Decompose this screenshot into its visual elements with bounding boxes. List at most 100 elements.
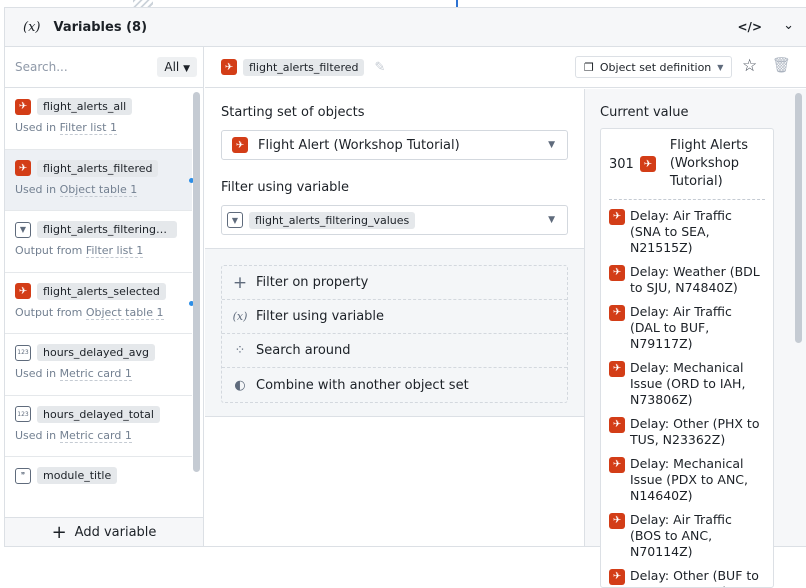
variable-list: ✈ flight_alerts_all Used in Filter list 1 ✈…	[5, 88, 203, 517]
combine-object-set-button[interactable]: ◐ Combine with another object set	[222, 368, 567, 402]
object-title: Delay: Weather (BDL to SJU, N74840Z)	[630, 264, 760, 295]
code-icon[interactable]: </>	[738, 20, 763, 34]
filter-on-property-button[interactable]: + Filter on property	[222, 266, 567, 300]
usage-prefix: Used in	[15, 367, 57, 380]
usage-link[interactable]: Object table 1	[59, 182, 138, 197]
variable-item[interactable]: ▼ flight_alerts_filtering_... Output from …	[5, 211, 192, 273]
variable-editor: ✈ flight_alerts_filtered ✎ ❐ Object set d…	[205, 47, 806, 546]
starting-set-value: Flight Alert (Workshop Tutorial)	[258, 137, 460, 153]
hatched-placeholder	[133, 0, 153, 7]
variable-item[interactable]: 123 hours_delayed_total Used in Metric car…	[5, 396, 192, 457]
usage-prefix: Used in	[15, 428, 57, 442]
variable-usage: Used in Filter list 1	[15, 121, 182, 135]
usage-prefix: Used in	[15, 121, 57, 134]
add-variable-label: Add variable	[74, 524, 157, 540]
copy-icon: ❐	[584, 60, 594, 74]
object-type-name: Flight Alerts (Workshop Tutorial)	[669, 138, 748, 189]
object-icon: ✈	[609, 457, 625, 473]
current-value-pane: Current value 301 ✈ Flight Alerts (Works…	[584, 89, 806, 588]
variable-item[interactable]: ❞ module_title	[5, 457, 192, 517]
mode-label: Object set definition	[599, 60, 712, 74]
usage-link[interactable]: Filter list 1	[85, 244, 144, 258]
numeric-icon: 123	[15, 344, 31, 361]
object-title: Delay: Mechanical Issue (PDX to ANC, N14…	[630, 456, 748, 503]
combine-icon: ◐	[234, 377, 246, 393]
search-around-icon: ⁘	[234, 343, 246, 358]
object-list-item[interactable]: ✈ Delay: Other (BUF to ONT, N70884Z)	[609, 568, 765, 587]
object-list-item[interactable]: ✈ Delay: Air Traffic (DAL to BUF, N79117Z…	[609, 304, 765, 352]
usage-link[interactable]: Metric card 1	[59, 428, 132, 443]
object-type-icon: ✈	[639, 156, 656, 172]
filter-variable-select[interactable]: ▼ flight_alerts_filtering_values ▼	[221, 205, 568, 235]
variable-item[interactable]: ✈ flight_alerts_filtered Used in Object ta…	[5, 149, 194, 211]
object-set-summary: 301 ✈ Flight Alerts (Workshop Tutorial)	[609, 137, 765, 200]
usage-prefix: Used in	[15, 182, 57, 196]
action-label: Combine with another object set	[256, 377, 469, 393]
usage-prefix: Output from	[15, 244, 83, 257]
drop-indicator	[456, 0, 458, 7]
variable-name: hours_delayed_avg	[37, 344, 155, 361]
object-type-icon: ✈	[232, 137, 248, 153]
variable-name: flight_alerts_filtering_...	[37, 221, 177, 238]
object-title: Delay: Air Traffic (DAL to BUF, N79117Z)	[630, 304, 732, 351]
object-list-item[interactable]: ✈ Delay: Weather (BDL to SJU, N74840Z)	[609, 264, 765, 296]
variable-usage: Output from Filter list 1	[15, 244, 182, 258]
caret-down-icon: ▼	[717, 62, 724, 72]
editor-header: ✈ flight_alerts_filtered ✎ ❐ Object set d…	[205, 47, 806, 88]
object-icon: ✈	[609, 513, 625, 529]
object-list-item[interactable]: ✈ Delay: Air Traffic (BOS to ANC, N70114Z…	[609, 512, 765, 560]
variable-name: flight_alerts_filtered	[37, 159, 159, 177]
chevron-down-icon[interactable]: ⌄	[783, 18, 794, 33]
object-icon: ✈	[609, 305, 625, 321]
usage-link[interactable]: Object table 1	[85, 305, 164, 320]
variable-name-chip: flight_alerts_filtered	[243, 58, 365, 76]
variable-name: flight_alerts_selected	[37, 282, 166, 300]
starting-set-label: Starting set of objects	[221, 105, 365, 120]
caret-down-icon: ▼	[548, 215, 555, 225]
variable-icon: (x)	[23, 19, 41, 35]
object-title: Delay: Other (BUF to ONT, N70884Z)	[630, 568, 759, 587]
plus-icon: +	[51, 521, 67, 543]
starting-set-select[interactable]: ✈ Flight Alert (Workshop Tutorial) ▼	[221, 130, 568, 160]
action-label: Filter on property	[256, 275, 369, 290]
caret-down-icon: ▼	[548, 140, 555, 150]
editor-body: Starting set of objects ✈ Flight Alert (…	[205, 88, 584, 248]
scrollbar[interactable]	[795, 93, 802, 343]
search-around-button[interactable]: ⁘ Search around	[222, 334, 567, 368]
variable-item[interactable]: ✈ flight_alerts_selected Output from Objec…	[5, 273, 194, 334]
usage-link[interactable]: Metric card 1	[59, 367, 132, 381]
object-icon: ✈	[609, 209, 625, 225]
edit-pencil-icon[interactable]: ✎	[374, 60, 385, 75]
mode-dropdown[interactable]: ❐ Object set definition ▼	[575, 56, 733, 78]
variable-item[interactable]: 123 hours_delayed_avg Used in Metric card …	[5, 334, 192, 396]
object-list-item[interactable]: ✈ Delay: Mechanical Issue (ORD to IAH, N7…	[609, 360, 765, 408]
action-label: Filter using variable	[256, 309, 385, 324]
current-value-label: Current value	[600, 105, 689, 120]
filter-using-variable-button[interactable]: (x) Filter using variable	[222, 300, 567, 334]
search-input[interactable]	[15, 60, 158, 74]
object-icon: ✈	[609, 265, 625, 281]
action-label: Search around	[256, 343, 351, 358]
object-list-item[interactable]: ✈ Delay: Other (PHX to TUS, N23362Z)	[609, 416, 765, 448]
object-title: Delay: Air Traffic (SNA to SEA, N21515Z)	[630, 208, 732, 255]
object-title: Delay: Mechanical Issue (ORD to IAH, N73…	[630, 360, 746, 407]
variable-list-pane: All ▼ ✈ flight_alerts_all Used in Filter l…	[5, 47, 204, 546]
object-title: Delay: Other (PHX to TUS, N23362Z)	[630, 416, 760, 447]
object-icon: ✈	[609, 569, 625, 585]
variable-usage: Output from Object table 1	[15, 305, 182, 320]
type-filter-label: All	[164, 60, 180, 74]
usage-prefix: Output from	[15, 305, 83, 319]
plus-icon: +	[232, 272, 248, 293]
scrollbar[interactable]	[193, 92, 200, 472]
variable-usage: Used in Metric card 1	[15, 367, 182, 381]
object-set-icon: ✈	[221, 59, 237, 75]
type-filter-dropdown[interactable]: All ▼	[157, 57, 197, 77]
variable-item[interactable]: ✈ flight_alerts_all Used in Filter list 1	[5, 88, 192, 150]
usage-link[interactable]: Filter list 1	[59, 121, 117, 135]
current-value-card: 301 ✈ Flight Alerts (Workshop Tutorial) …	[600, 128, 774, 588]
star-icon[interactable]: ☆	[742, 56, 757, 76]
object-list-item[interactable]: ✈ Delay: Mechanical Issue (PDX to ANC, N1…	[609, 456, 765, 504]
trash-icon[interactable]: 🗑	[772, 56, 791, 74]
add-variable-button[interactable]: + Add variable	[5, 517, 203, 546]
object-list-item[interactable]: ✈ Delay: Air Traffic (SNA to SEA, N21515Z…	[609, 208, 765, 256]
